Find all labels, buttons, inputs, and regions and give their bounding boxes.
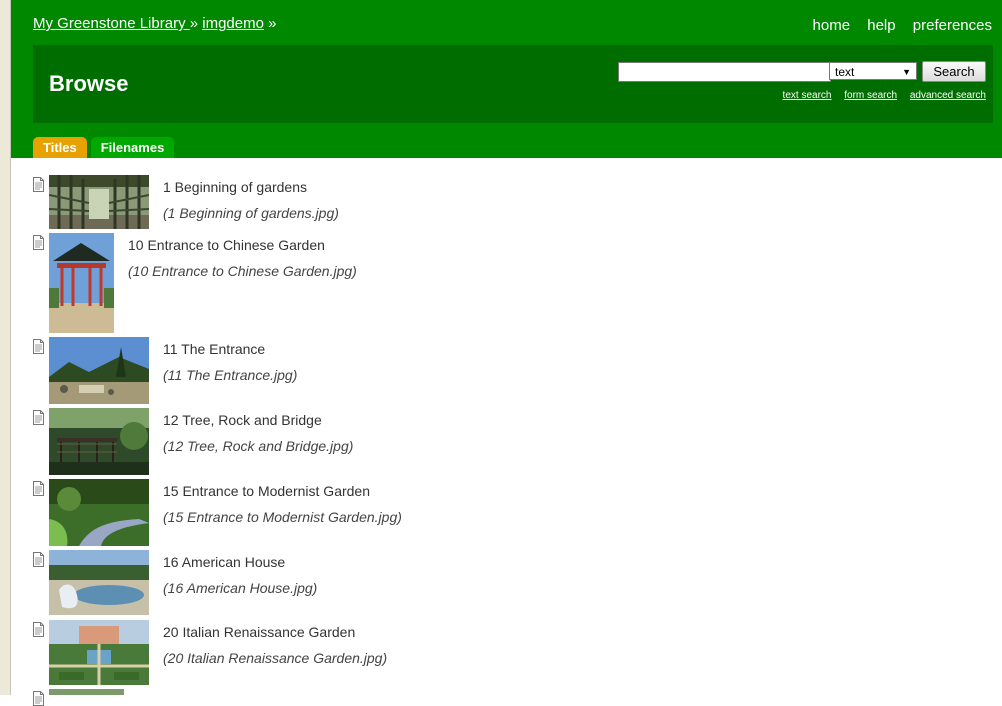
item-title[interactable]: 16 American House [163,554,285,570]
breadcrumb-collection-link[interactable]: imgdemo [202,15,264,32]
search-input[interactable] [618,62,831,82]
search-type-value: text [835,65,855,79]
page: My Greenstone Library » imgdemo » home h… [11,0,1002,706]
search-links: text search form search advanced search [773,90,986,101]
chevron-down-icon: ▼ [902,67,911,77]
document-icon[interactable] [33,552,44,567]
item-filename[interactable]: (10 Entrance to Chinese Garden.jpg) [128,263,357,279]
item-title[interactable]: 10 Entrance to Chinese Garden [128,237,325,253]
document-icon[interactable] [33,622,44,637]
document-icon[interactable] [33,410,44,425]
document-icon[interactable] [33,235,44,250]
document-icon[interactable] [33,691,44,706]
item-title[interactable]: 11 The Entrance [163,341,265,357]
item-title[interactable]: 12 Tree, Rock and Bridge [163,412,322,428]
item-title[interactable]: 1 Beginning of gardens [163,179,307,195]
pool-icon[interactable] [49,550,149,615]
banner: Browse text ▼ Search text search form se… [33,45,993,123]
landscape-icon[interactable] [49,337,149,404]
bridge-icon[interactable] [49,408,149,475]
tab-titles[interactable]: Titles [33,137,87,158]
item-filename[interactable]: (11 The Entrance.jpg) [163,367,297,383]
pavilion-icon[interactable] [49,233,114,333]
top-nav: home help preferences [800,17,992,34]
pergola-icon[interactable] [49,175,149,229]
home-link[interactable]: home [813,17,851,34]
item-filename[interactable]: (1 Beginning of gardens.jpg) [163,205,339,221]
document-icon[interactable] [33,177,44,192]
item-filename[interactable]: (15 Entrance to Modernist Garden.jpg) [163,509,402,525]
window-left-edge [0,0,11,695]
search-type-select[interactable]: text ▼ [829,62,917,80]
page-title: Browse [49,71,129,96]
preferences-link[interactable]: preferences [913,17,992,34]
header: My Greenstone Library » imgdemo » home h… [11,0,1002,158]
breadcrumb-library-link[interactable]: My Greenstone Library [33,15,190,32]
form-search-link[interactable]: form search [844,90,897,101]
breadcrumb: My Greenstone Library » imgdemo » [33,15,276,32]
item-filename[interactable]: (20 Italian Renaissance Garden.jpg) [163,650,387,666]
path-icon[interactable] [49,479,149,546]
text-search-link[interactable]: text search [783,90,832,101]
item-title[interactable]: 15 Entrance to Modernist Garden [163,483,370,499]
document-icon[interactable] [33,339,44,354]
breadcrumb-separator: » [268,15,277,32]
item-filename[interactable]: (16 American House.jpg) [163,580,317,596]
search-button[interactable]: Search [922,61,986,82]
thumbnail-icon[interactable] [49,689,124,695]
document-icon[interactable] [33,481,44,496]
item-title[interactable]: 20 Italian Renaissance Garden [163,624,355,640]
tab-filenames[interactable]: Filenames [90,137,175,158]
formal-garden-icon[interactable] [49,620,149,685]
advanced-search-link[interactable]: advanced search [910,90,986,101]
item-filename[interactable]: (12 Tree, Rock and Bridge.jpg) [163,438,353,454]
breadcrumb-separator: » [189,15,199,32]
browse-tabs: Titles Filenames [33,137,178,158]
help-link[interactable]: help [867,17,895,34]
